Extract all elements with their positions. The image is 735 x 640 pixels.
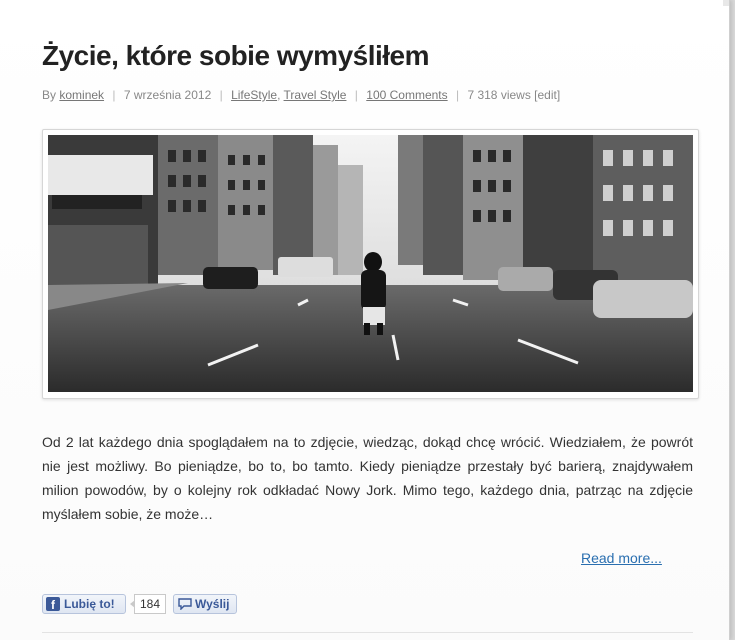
post-excerpt: Od 2 lat każdego dnia spoglądałem na to … <box>42 434 693 522</box>
facebook-send-button[interactable]: Wyślij <box>173 594 237 614</box>
featured-image-frame <box>42 129 699 399</box>
speech-bubble-icon <box>178 598 192 610</box>
author-link[interactable]: kominek <box>59 88 104 102</box>
category-link-lifestyle[interactable]: LifeStyle <box>231 88 277 102</box>
facebook-icon: f <box>46 597 60 611</box>
by-label: By <box>42 88 57 102</box>
post-title[interactable]: Życie, które sobie wymyśliłem <box>42 40 430 72</box>
post-meta: By kominek | 7 września 2012 | LifeStyle… <box>42 88 560 102</box>
window-corner <box>723 0 729 6</box>
meta-separator: | <box>354 88 358 102</box>
like-label: Lubię to! <box>64 597 115 611</box>
meta-separator: | <box>112 88 116 102</box>
send-label: Wyślij <box>195 597 230 611</box>
category-link-travel-style[interactable]: Travel Style <box>284 88 347 102</box>
edit-link[interactable]: [edit] <box>534 88 560 102</box>
like-count-badge: 184 <box>130 594 166 614</box>
page: Życie, które sobie wymyśliłem By kominek… <box>0 0 730 640</box>
comments-link[interactable]: 100 Comments <box>366 88 447 102</box>
meta-separator: | <box>455 88 460 102</box>
meta-separator: | <box>219 88 223 102</box>
post-date: 7 września 2012 <box>123 88 212 102</box>
facebook-like-button[interactable]: f Lubię to! <box>42 594 126 614</box>
featured-image[interactable] <box>48 135 693 392</box>
read-more-link[interactable]: Read more... <box>581 550 662 566</box>
view-count: 7 318 views <box>467 88 531 102</box>
street-photo-graphic <box>48 135 693 392</box>
post-divider <box>42 632 693 633</box>
